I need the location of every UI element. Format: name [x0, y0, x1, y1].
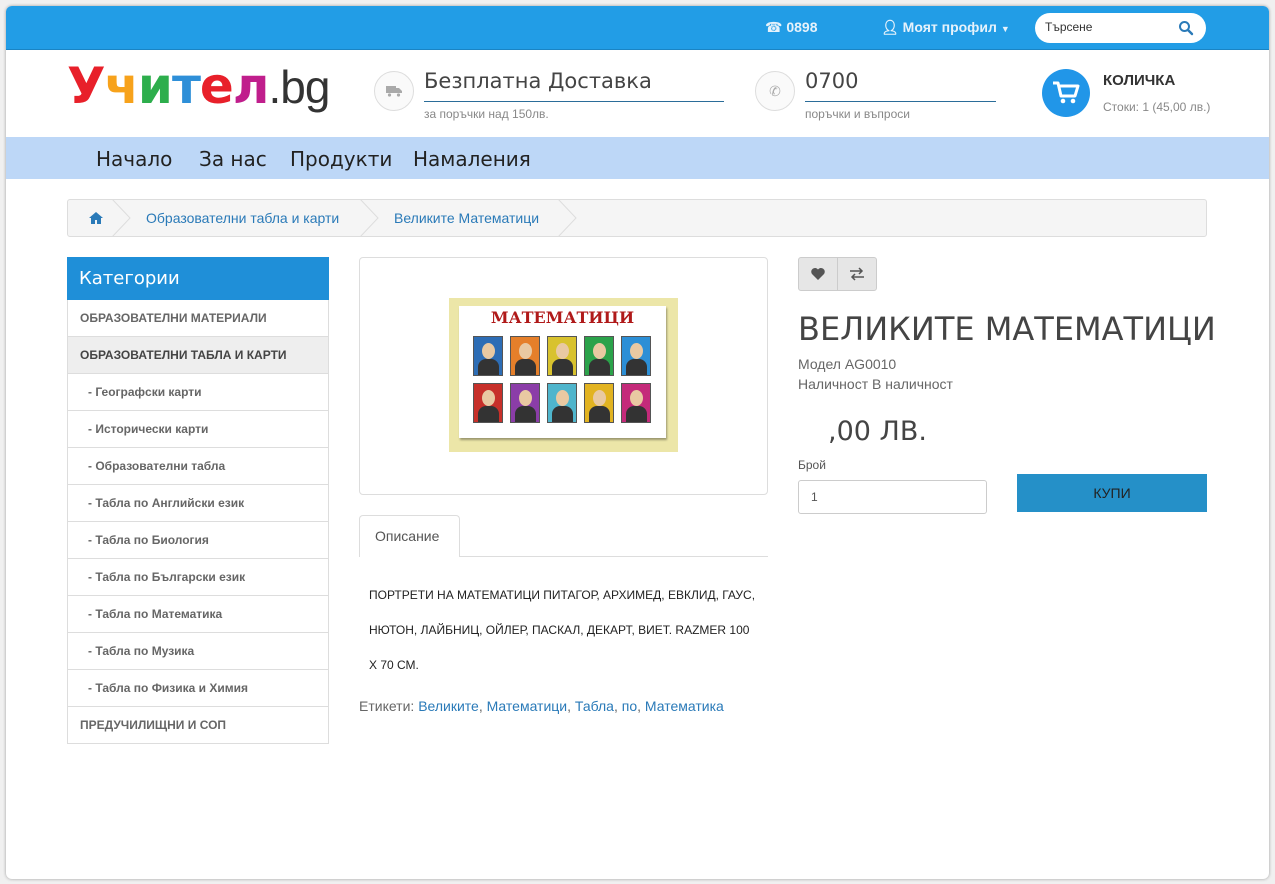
breadcrumb-separator: [558, 199, 577, 237]
sidebar-item-bulgarian-boards[interactable]: - Табла по Български език: [67, 559, 329, 596]
delivery-divider: [424, 101, 724, 102]
search-input[interactable]: [1045, 20, 1175, 34]
sidebar-item-music-boards[interactable]: - Табла по Музика: [67, 633, 329, 670]
portrait-thumbnail: [584, 336, 614, 376]
portrait-thumbnail: [584, 383, 614, 423]
poster-title: МАТЕМАТИЦИ: [490, 308, 635, 327]
tag-link[interactable]: Математици: [487, 698, 568, 714]
cart-summary[interactable]: Стоки: 1 (45,00 лв.): [1103, 100, 1210, 114]
site-logo[interactable]: Учител.bg: [67, 57, 330, 115]
sidebar-item-preschool[interactable]: ПРЕДУЧИЛИЩНИ И СОП: [67, 707, 329, 744]
top-phone-link[interactable]: ☎ 0898: [765, 19, 818, 36]
tag-link[interactable]: Табла: [575, 698, 614, 714]
portrait-thumbnail: [547, 336, 577, 376]
logo-letter: л: [232, 57, 270, 115]
breadcrumb-item-product[interactable]: Великите Математици: [394, 210, 539, 226]
tag-link[interactable]: Математика: [645, 698, 724, 714]
poster-sheet: МАТЕМАТИЦИ: [459, 306, 666, 438]
delivery-subtitle: за поръчки над 150лв.: [424, 107, 549, 121]
phone-divider: [805, 101, 996, 102]
sidebar-item-educational-materials[interactable]: ОБРАЗОВАТЕЛНИ МАТЕРИАЛИ: [67, 300, 329, 337]
portrait-thumbnail: [473, 336, 503, 376]
truck-icon: [374, 71, 414, 111]
compare-icon: [850, 267, 864, 281]
logo-letter: е: [199, 57, 234, 115]
wishlist-button[interactable]: [798, 257, 838, 291]
description-line: НЮТОН, ЛАЙБНИЦ, ОЙЛЕР, ПАСКАЛ, ДЕКАРТ, В…: [369, 623, 750, 637]
phone-icon: ☎: [765, 19, 783, 35]
cart-icon[interactable]: [1042, 69, 1090, 117]
cart-title[interactable]: КОЛИЧКА: [1103, 72, 1175, 89]
sidebar-item-english-boards[interactable]: - Табла по Английски език: [67, 485, 329, 522]
breadcrumb-item-category[interactable]: Образователни табла и карти: [146, 210, 339, 226]
sidebar-item-geographic-maps[interactable]: - Географски карти: [67, 374, 329, 411]
description-line: Х 70 СМ.: [369, 658, 419, 672]
product-image-frame[interactable]: МАТЕМАТИЦИ: [359, 257, 768, 495]
logo-letter: и: [137, 57, 173, 115]
browser-page: ☎ 0898 👤︎ Моят профил ▼ Учител.bg Безпла…: [6, 6, 1269, 879]
product-title: ВЕЛИКИТЕ МАТЕМАТИЦИ: [798, 310, 1216, 348]
header-phone-title: 0700: [805, 69, 859, 93]
search-icon[interactable]: [1178, 20, 1194, 36]
top-phone-number: 0898: [786, 19, 818, 35]
tab-description[interactable]: Описание: [359, 515, 460, 557]
logo-letter: У: [67, 57, 106, 115]
portrait-thumbnail: [510, 336, 540, 376]
product-image[interactable]: МАТЕМАТИЦИ: [449, 298, 678, 452]
breadcrumb-separator: [360, 199, 379, 237]
top-bar: ☎ 0898 👤︎ Моят профил ▼: [6, 6, 1269, 50]
profile-menu[interactable]: 👤︎ Моят профил ▼: [881, 19, 1010, 36]
product-tags: Етикети: Великите, Математици, Табла, по…: [359, 698, 724, 714]
product-availability: Наличност В наличност: [798, 376, 953, 392]
compare-button[interactable]: [837, 257, 877, 291]
logo-text: Учител: [67, 57, 270, 115]
tag-link[interactable]: Великите: [418, 698, 479, 714]
nav-item-home[interactable]: Начало: [96, 147, 172, 171]
sidebar-title: Категории: [67, 257, 329, 300]
category-sidebar: Категории ОБРАЗОВАТЕЛНИ МАТЕРИАЛИ ОБРАЗО…: [67, 257, 329, 744]
sidebar-item-historical-maps[interactable]: - Исторически карти: [67, 411, 329, 448]
home-icon[interactable]: [88, 210, 104, 226]
nav-item-about[interactable]: За нас: [199, 147, 267, 171]
product-price: ,00 ЛВ.: [828, 416, 927, 447]
caret-down-icon: ▼: [1000, 24, 1010, 34]
portrait-thumbnail: [510, 383, 540, 423]
delivery-title: Безплатна Доставка: [424, 69, 652, 93]
breadcrumb-separator: [112, 199, 131, 237]
buy-button[interactable]: КУПИ: [1017, 474, 1207, 512]
profile-label: Моят профил: [902, 19, 997, 35]
tab-divider: [460, 556, 768, 557]
portrait-thumbnail: [621, 336, 651, 376]
breadcrumb: Образователни табла и карти Великите Мат…: [67, 199, 1207, 237]
tags-label: Етикети:: [359, 698, 415, 714]
sidebar-item-math-boards[interactable]: - Табла по Математика: [67, 596, 329, 633]
sidebar-item-educational-boards[interactable]: - Образователни табла: [67, 448, 329, 485]
portrait-thumbnail: [621, 383, 651, 423]
quantity-label: Брой: [798, 458, 826, 472]
portrait-thumbnail: [547, 383, 577, 423]
user-icon: 👤︎: [881, 19, 899, 35]
logo-letter: ч: [104, 57, 139, 115]
tag-link[interactable]: по: [622, 698, 637, 714]
nav-item-sales[interactable]: Намаления: [413, 147, 531, 171]
logo-suffix: .bg: [268, 61, 330, 113]
logo-letter: т: [171, 57, 201, 115]
product-model: Модел AG0010: [798, 356, 897, 372]
sidebar-item-biology-boards[interactable]: - Табла по Биология: [67, 522, 329, 559]
phone-subtitle: поръчки и въпроси: [805, 107, 910, 121]
phone-circle-icon: ✆: [755, 71, 795, 111]
search-box: [1035, 13, 1206, 43]
description-line: ПОРТРЕТИ НА МАТЕМАТИЦИ ПИТАГОР, АРХИМЕД,…: [369, 588, 756, 602]
product-description: ПОРТРЕТИ НА МАТЕМАТИЦИ ПИТАГОР, АРХИМЕД,…: [369, 578, 764, 683]
heart-icon: [811, 268, 825, 280]
sidebar-item-physics-chemistry-boards[interactable]: - Табла по Физика и Химия: [67, 670, 329, 707]
main-nav: Начало За нас Продукти Намаления: [6, 137, 1269, 179]
nav-item-products[interactable]: Продукти: [290, 147, 392, 171]
sidebar-item-boards-and-maps[interactable]: ОБРАЗОВАТЕЛНИ ТАБЛА И КАРТИ: [67, 337, 329, 374]
portrait-thumbnail: [473, 383, 503, 423]
quantity-input[interactable]: [798, 480, 987, 514]
